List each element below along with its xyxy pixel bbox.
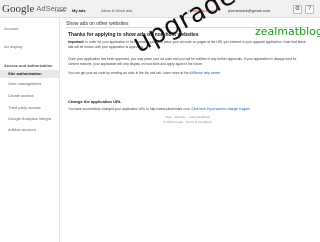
important-paragraph: Important: In order for your application… bbox=[68, 40, 306, 50]
ad-code-text: You can get your ad code by creating ad … bbox=[68, 71, 189, 75]
important-text: In order for your application to be revi… bbox=[68, 40, 306, 49]
sidebar-item-user-management[interactable]: User management bbox=[0, 80, 59, 88]
change-url-heading: Change the application URL bbox=[68, 99, 122, 104]
tab-allow-block-ads[interactable]: Allow & block ads bbox=[101, 8, 132, 13]
blog-watermark: zealmatblog bbox=[255, 25, 320, 38]
adsense-help-center-link[interactable]: AdSense help center bbox=[189, 71, 220, 75]
sidebar: Account Ad display Access and authorizat… bbox=[0, 18, 60, 242]
sidebar-item-create-access[interactable]: Create access bbox=[0, 92, 59, 100]
gear-icon[interactable]: ⚙ bbox=[293, 5, 302, 14]
change-again-link[interactable]: Click here if you want to change it agai… bbox=[191, 107, 250, 111]
sidebar-link-ad-display[interactable]: Ad display bbox=[4, 44, 22, 49]
tab-home[interactable]: Home bbox=[55, 8, 66, 13]
footer-copyright: © 2013 Google · Terms & Conditions bbox=[163, 120, 212, 124]
tab-my-ads[interactable]: My ads bbox=[72, 8, 86, 13]
important-label: Important: bbox=[68, 40, 85, 44]
change-url-text: You have successfully changed your appli… bbox=[68, 107, 191, 111]
sidebar-item-site-authorization[interactable]: Site authorization bbox=[0, 70, 59, 78]
footer-links[interactable]: Help · Glossary · Leave feedback bbox=[66, 115, 309, 119]
sidebar-item-analytics-integration[interactable]: Google Analytics integra bbox=[0, 115, 59, 123]
sidebar-item-third-party-access[interactable]: Third party access bbox=[0, 104, 59, 112]
help-icon[interactable]: ? bbox=[305, 5, 314, 14]
main-content: Thanks for applying to show ads on non-h… bbox=[66, 30, 309, 238]
sidebar-item-admob-account[interactable]: AdMob account bbox=[0, 126, 59, 134]
sidebar-link-account[interactable]: Account bbox=[4, 26, 18, 31]
approval-paragraph: Once your application has been approved,… bbox=[68, 57, 297, 66]
change-url-paragraph: You have successfully changed your appli… bbox=[68, 107, 306, 112]
sidebar-section-access[interactable]: Access and authorization bbox=[4, 63, 52, 68]
ad-code-paragraph: You can get your ad code by creating ad … bbox=[68, 71, 306, 76]
logo-google: Google bbox=[2, 3, 35, 15]
